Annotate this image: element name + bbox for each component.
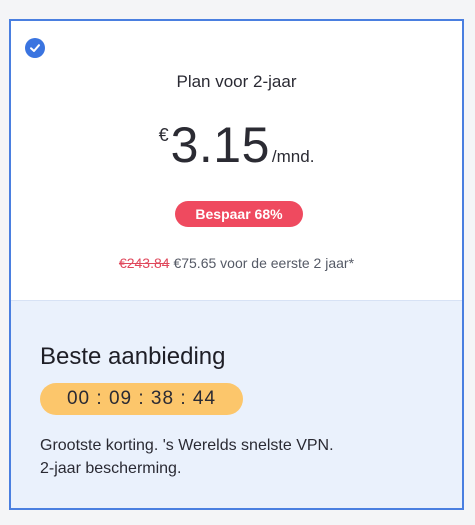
price-details: €243.84 €75.65 voor de eerste 2 jaar* bbox=[11, 255, 462, 271]
price-amount: 3.15 bbox=[170, 117, 270, 173]
offer-title: Beste aanbieding bbox=[40, 343, 226, 370]
plan-card[interactable]: Plan voor 2-jaar €3.15/mnd. Bespaar 68% … bbox=[9, 19, 464, 510]
offer-description: Grootste korting. 's Werelds snelste VPN… bbox=[40, 434, 440, 480]
price-period: /mnd. bbox=[271, 147, 315, 166]
plan-title: Plan voor 2-jaar bbox=[176, 72, 297, 91]
best-offer-section: Beste aanbieding 00 : 09 : 38 : 44 Groot… bbox=[11, 300, 462, 508]
price-currency: € bbox=[158, 125, 169, 145]
new-price-text: €75.65 voor de eerste 2 jaar* bbox=[173, 255, 355, 271]
old-price: €243.84 bbox=[118, 255, 170, 271]
offer-line-2: 2-jaar bescherming. bbox=[40, 460, 182, 477]
countdown-timer: 00 : 09 : 38 : 44 bbox=[40, 383, 243, 415]
check-circle-icon bbox=[25, 38, 45, 58]
price: €3.15/mnd. bbox=[11, 119, 462, 171]
discount-badge: Bespaar 68% bbox=[175, 201, 303, 227]
offer-line-1: Grootste korting. 's Werelds snelste VPN… bbox=[40, 437, 334, 454]
